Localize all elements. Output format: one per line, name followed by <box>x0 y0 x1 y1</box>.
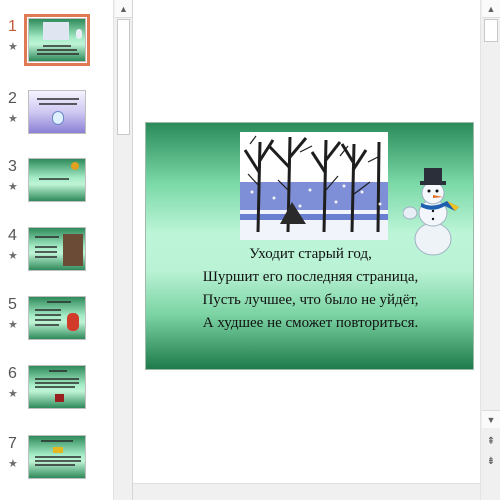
slide-thumbnail-1[interactable]: 1 ★ <box>0 14 113 78</box>
scrollbar-thumb[interactable] <box>117 19 130 135</box>
main-scrollbar[interactable]: ▲ ▼ ⇞ ⇟ <box>480 0 500 500</box>
house-mini <box>55 394 64 402</box>
slide-preview <box>28 227 86 271</box>
slide-preview <box>28 90 86 134</box>
slide-preview <box>28 365 86 409</box>
slide-preview <box>28 435 86 479</box>
slide-number: 5 <box>8 296 17 313</box>
slide-thumbnail-5[interactable]: 5 ★ <box>0 296 113 356</box>
poem-text-box[interactable]: Уходит старый год, Шуршит его последняя … <box>146 243 473 335</box>
animation-star-icon: ★ <box>8 319 18 331</box>
slide-thumbnails-pane: 1 ★ 2 ★ 3 ★ 4 ★ 5 ★ 6 ★ 7 ★ <box>0 0 113 500</box>
slide-number: 7 <box>8 435 17 452</box>
slide-number: 3 <box>8 158 17 175</box>
animation-star-icon: ★ <box>8 181 18 193</box>
poem-line-4: А худшее не сможет повториться. <box>202 315 419 331</box>
ornament-mini <box>71 162 79 170</box>
horizontal-scrollbar[interactable] <box>133 483 480 500</box>
slide-number: 4 <box>8 227 17 244</box>
winter-forest-picture <box>240 132 388 240</box>
poem-line-2: Шуршит его последняя страница, <box>202 269 419 285</box>
next-slide-icon[interactable]: ⇟ <box>482 454 500 470</box>
animation-star-icon: ★ <box>8 250 18 262</box>
snowman-mini <box>76 29 82 39</box>
slide-number: 2 <box>8 90 17 107</box>
current-slide[interactable]: Уходит старый год, Шуршит его последняя … <box>145 122 474 370</box>
slide-preview <box>28 296 86 340</box>
thumbnails-scrollbar[interactable]: ▲ <box>113 0 133 500</box>
scrollbar-thumb[interactable] <box>484 19 498 42</box>
slide-preview <box>28 158 86 202</box>
slide-thumbnail-6[interactable]: 6 ★ <box>0 365 113 425</box>
animation-star-icon: ★ <box>8 113 18 125</box>
poem-line-3: Пусть лучшее, что было не уйдёт, <box>202 292 419 308</box>
photo-mini <box>63 234 83 266</box>
scroll-down-arrow-icon[interactable]: ▼ <box>482 410 500 428</box>
santa-mini <box>67 313 79 331</box>
gift-mini <box>53 447 63 453</box>
slide-thumbnail-3[interactable]: 3 ★ <box>0 158 113 218</box>
scroll-up-arrow-icon[interactable]: ▲ <box>482 0 500 18</box>
snow-globe-mini <box>52 111 64 125</box>
slide-thumbnail-2[interactable]: 2 ★ <box>0 90 113 150</box>
slide-number: 1 <box>8 18 17 35</box>
slide-thumbnail-7[interactable]: 7 ★ <box>0 435 113 495</box>
animation-star-icon: ★ <box>8 458 18 470</box>
scroll-up-arrow-icon[interactable]: ▲ <box>115 0 132 18</box>
winter-picture-mini <box>43 22 69 40</box>
slide-number: 6 <box>8 365 17 382</box>
slide-preview <box>24 14 90 66</box>
animation-star-icon: ★ <box>8 41 18 53</box>
animation-star-icon: ★ <box>8 388 18 400</box>
poem-line-1: Уходит старый год, <box>249 246 372 262</box>
slide-thumbnail-4[interactable]: 4 ★ <box>0 227 113 287</box>
previous-slide-icon[interactable]: ⇞ <box>482 434 500 450</box>
